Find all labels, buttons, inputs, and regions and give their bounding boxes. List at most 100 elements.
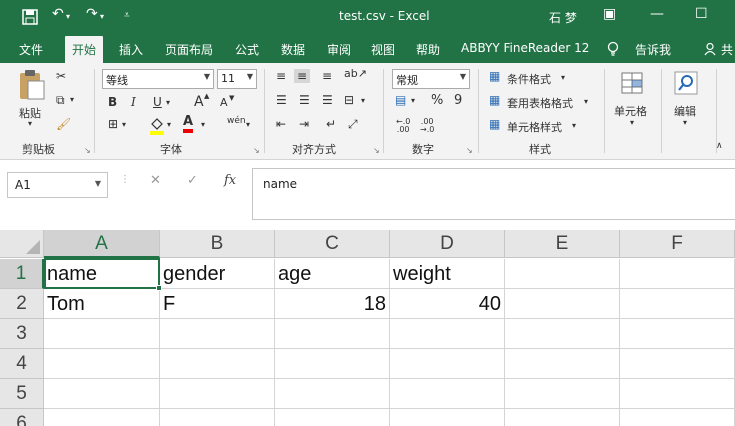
cell-d5[interactable] xyxy=(390,379,505,409)
cell-f4[interactable] xyxy=(620,349,735,379)
increase-indent-icon[interactable]: ⇥ xyxy=(299,117,309,131)
percent-style-button[interactable]: % xyxy=(431,93,443,108)
paste-dropdown-icon[interactable]: ▾ xyxy=(28,119,32,128)
tab-home[interactable]: 开始 xyxy=(65,36,104,63)
conditional-format-icon[interactable]: ▦ xyxy=(489,69,500,83)
fill-color-dropdown-icon[interactable]: ▾ xyxy=(167,120,171,129)
cells-icon[interactable] xyxy=(620,71,644,95)
tab-page-layout[interactable]: 页面布局 xyxy=(165,41,213,58)
name-box[interactable]: A1 ▼ xyxy=(7,172,108,198)
cut-icon[interactable]: ✂ xyxy=(56,69,66,83)
format-table-icon[interactable]: ▦ xyxy=(489,93,500,107)
underline-dropdown-icon[interactable]: ▾ xyxy=(166,98,170,107)
cell-a4[interactable] xyxy=(44,349,160,379)
cell-b6[interactable] xyxy=(160,409,275,426)
column-header-c[interactable]: C xyxy=(275,230,390,258)
tab-formulas[interactable]: 公式 xyxy=(235,41,259,58)
customize-toolbar-icon[interactable]: ⩡ xyxy=(124,10,130,21)
font-launcher-icon[interactable]: ↘ xyxy=(253,146,260,155)
cell-styles-button[interactable]: 单元格样式 xyxy=(507,119,562,135)
editing-button[interactable]: 编辑 xyxy=(674,103,696,119)
wrap-text-icon[interactable]: ↵ xyxy=(326,117,336,131)
cell-e1[interactable] xyxy=(505,259,620,289)
tab-file[interactable]: 文件 xyxy=(19,41,43,58)
font-color-dropdown-icon[interactable]: ▾ xyxy=(201,120,205,129)
cell-f3[interactable] xyxy=(620,319,735,349)
grow-font-button[interactable]: A xyxy=(194,94,204,110)
editing-dropdown-icon[interactable]: ▾ xyxy=(683,118,687,127)
cell-b3[interactable] xyxy=(160,319,275,349)
phonetic-dropdown-icon[interactable]: ▾ xyxy=(246,120,250,129)
tab-help[interactable]: 帮助 xyxy=(416,41,440,58)
decrease-indent-icon[interactable]: ⇤ xyxy=(276,117,286,131)
cell-b4[interactable] xyxy=(160,349,275,379)
fill-handle[interactable] xyxy=(156,285,162,291)
formula-bar-handle-icon[interactable]: ⋮ xyxy=(120,174,130,185)
tab-view[interactable]: 视图 xyxy=(371,41,395,58)
minimize-button[interactable]: — xyxy=(650,6,664,22)
cell-c3[interactable] xyxy=(275,319,390,349)
search-icon[interactable] xyxy=(674,71,698,95)
cell-b2[interactable]: F xyxy=(160,289,275,319)
align-bottom-icon[interactable]: ≡ xyxy=(322,69,332,83)
cell-e2[interactable] xyxy=(505,289,620,319)
merge-dropdown-icon[interactable]: ▾ xyxy=(361,96,365,105)
font-size-combo[interactable]: 11 ▼ xyxy=(217,69,257,89)
format-table-dropdown-icon[interactable]: ▾ xyxy=(584,97,588,106)
cell-c6[interactable] xyxy=(275,409,390,426)
cell-f1[interactable] xyxy=(620,259,735,289)
cell-e6[interactable] xyxy=(505,409,620,426)
borders-dropdown-icon[interactable]: ▾ xyxy=(122,120,126,129)
column-header-d[interactable]: D xyxy=(390,230,505,258)
insert-function-icon[interactable]: fx xyxy=(224,173,236,188)
cell-d2[interactable]: 40 xyxy=(390,289,505,319)
fill-color-icon[interactable] xyxy=(149,117,165,135)
enter-icon[interactable]: ✓ xyxy=(187,173,198,188)
save-icon[interactable] xyxy=(22,9,38,25)
cell-f5[interactable] xyxy=(620,379,735,409)
align-top-icon[interactable]: ≡ xyxy=(276,69,286,83)
cell-d1[interactable]: weight xyxy=(390,259,505,289)
cell-c1[interactable]: age xyxy=(275,259,390,289)
cell-styles-dropdown-icon[interactable]: ▾ xyxy=(572,121,576,130)
user-name[interactable]: 石 梦 xyxy=(549,9,577,26)
copy-dropdown-icon[interactable]: ▾ xyxy=(70,95,74,104)
cell-c5[interactable] xyxy=(275,379,390,409)
merge-center-icon[interactable]: ⊟ xyxy=(344,93,354,107)
accounting-dropdown-icon[interactable]: ▾ xyxy=(411,96,415,105)
collapse-ribbon-icon[interactable]: ∧ xyxy=(716,141,723,151)
cell-e4[interactable] xyxy=(505,349,620,379)
cell-d3[interactable] xyxy=(390,319,505,349)
orientation-icon[interactable]: ab↗ xyxy=(344,67,367,80)
redo-dropdown-icon[interactable]: ▾ xyxy=(100,12,104,21)
maximize-button[interactable]: ☐ xyxy=(695,6,708,22)
cell-d6[interactable] xyxy=(390,409,505,426)
row-header-3[interactable]: 3 xyxy=(0,319,44,349)
row-header-6[interactable]: 6 xyxy=(0,409,44,426)
borders-icon[interactable]: ⊞ xyxy=(108,117,118,131)
align-right-icon[interactable]: ☰ xyxy=(322,93,333,107)
cell-c2[interactable]: 18 xyxy=(275,289,390,319)
tab-data[interactable]: 数据 xyxy=(281,41,305,58)
formula-input[interactable]: name xyxy=(252,168,735,220)
clipboard-launcher-icon[interactable]: ↘ xyxy=(84,146,91,155)
italic-button[interactable]: I xyxy=(131,95,136,109)
increase-decimal-icon[interactable]: ←.0.00 xyxy=(396,118,410,134)
cell-a2[interactable]: Tom xyxy=(44,289,160,319)
accounting-format-icon[interactable]: ▤ xyxy=(395,93,406,107)
text-direction-icon[interactable]: ⤢ xyxy=(348,117,358,132)
worksheet-grid[interactable]: A B C D E F 1 2 3 4 5 6 name gender age … xyxy=(0,230,735,426)
column-header-b[interactable]: B xyxy=(160,230,275,258)
column-header-e[interactable]: E xyxy=(505,230,620,258)
font-name-combo[interactable]: 等线 ▼ xyxy=(102,69,214,89)
format-painter-icon[interactable]: 🖌 xyxy=(56,117,71,131)
cells-dropdown-icon[interactable]: ▾ xyxy=(630,118,634,127)
conditional-format-dropdown-icon[interactable]: ▾ xyxy=(561,73,565,82)
tab-abbyy[interactable]: ABBYY FineReader 12 xyxy=(461,41,589,55)
cell-e3[interactable] xyxy=(505,319,620,349)
cell-b1[interactable]: gender xyxy=(160,259,275,289)
cell-d4[interactable] xyxy=(390,349,505,379)
share-button[interactable]: 共 xyxy=(721,41,733,58)
cell-e5[interactable] xyxy=(505,379,620,409)
align-middle-icon[interactable]: ≡ xyxy=(294,69,311,83)
